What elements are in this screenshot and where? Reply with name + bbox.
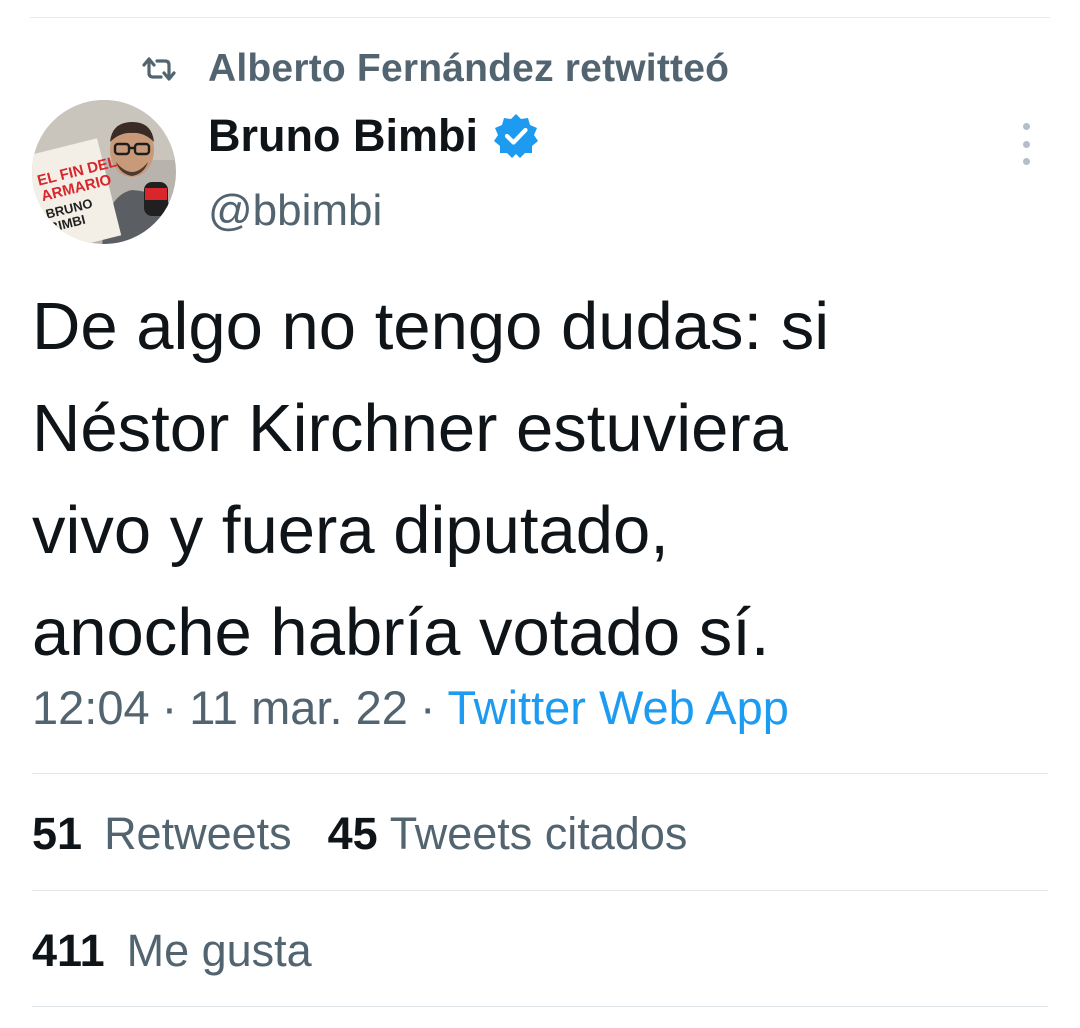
tweet-line: vivo y fuera diputado, — [32, 493, 669, 568]
retweet-icon — [140, 54, 186, 84]
tweet-line: De algo no tengo dudas: si — [32, 289, 830, 364]
meta-separator: · — [161, 681, 178, 734]
retweets-stat[interactable]: 51 Retweets — [32, 808, 292, 860]
meta-separator: · — [419, 681, 436, 734]
likes-stat[interactable]: 411 Me gusta — [32, 925, 312, 977]
author-name-row[interactable]: Bruno Bimbi — [208, 106, 540, 166]
engagement-row: 51 Retweets 45 Tweets citados — [32, 808, 723, 860]
tweet-text: De algo no tengo dudas: si Néstor Kirchn… — [32, 276, 1042, 684]
retweets-label: Retweets — [104, 808, 292, 859]
tweet-time[interactable]: 12:04 — [32, 681, 150, 734]
quote-tweets-stat[interactable]: 45 Tweets citados — [328, 808, 688, 860]
top-divider — [30, 17, 1050, 18]
tweet-line: anoche habría votado sí. — [32, 595, 770, 670]
likes-row: 411 Me gusta — [32, 925, 348, 977]
retweet-context[interactable]: Alberto Fernández retwitteó — [140, 46, 729, 92]
likes-count: 411 — [32, 925, 105, 976]
tweet-line: Néstor Kirchner estuviera — [32, 391, 788, 466]
avatar[interactable]: EL FIN DEL ARMARIO BRUNO BIMBI — [32, 100, 176, 244]
tweet-date[interactable]: 11 mar. 22 — [189, 681, 408, 734]
divider — [32, 890, 1048, 891]
likes-label: Me gusta — [126, 925, 312, 976]
author-handle[interactable]: @bbimbi — [208, 186, 382, 236]
divider — [32, 1006, 1048, 1007]
tweet-meta: 12:04 · 11 mar. 22 · Twitter Web App — [32, 680, 789, 735]
display-name: Bruno Bimbi — [208, 110, 478, 161]
retweets-count: 51 — [32, 808, 83, 859]
retweet-label: Alberto Fernández retwitteó — [208, 47, 730, 90]
tweet-source-link[interactable]: Twitter Web App — [448, 681, 789, 734]
more-options-icon[interactable] — [1013, 123, 1039, 165]
quote-tweets-label: Tweets citados — [389, 808, 688, 859]
divider — [32, 773, 1048, 774]
verified-badge-icon — [492, 112, 540, 160]
quote-tweets-count: 45 — [327, 808, 378, 859]
